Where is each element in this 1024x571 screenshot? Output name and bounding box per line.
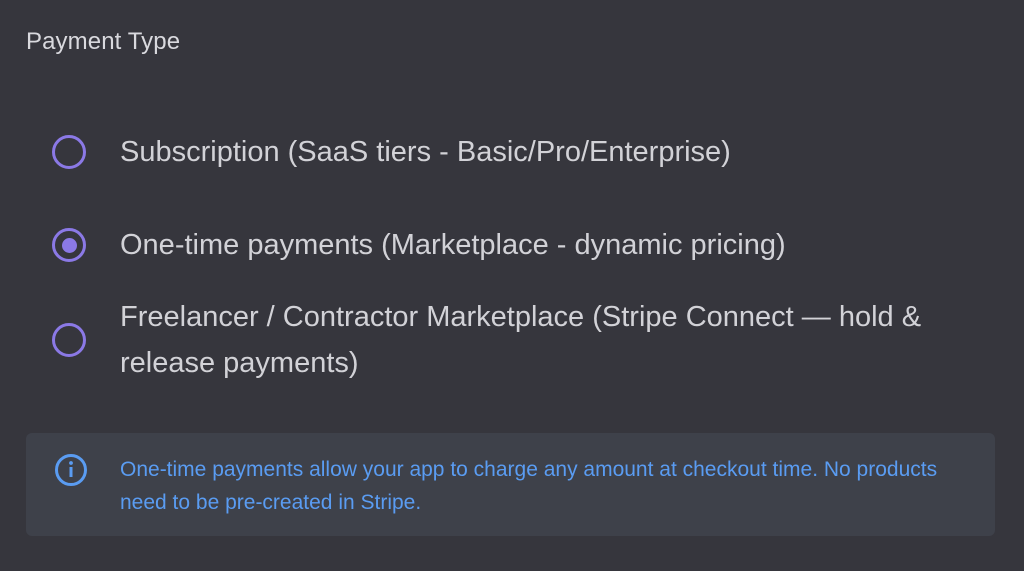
radio-selected-dot xyxy=(61,237,77,253)
info-callout: One-time payments allow your app to char… xyxy=(26,433,995,536)
info-icon xyxy=(54,453,88,487)
radio-label: Freelancer / Contractor Marketplace (Str… xyxy=(120,301,922,379)
radio-button-unchecked[interactable] xyxy=(52,135,86,169)
radio-label: One-time payments (Marketplace - dynamic… xyxy=(120,229,786,261)
radio-button-checked[interactable] xyxy=(52,228,86,262)
radio-option-freelancer-marketplace[interactable]: Freelancer / Contractor Marketplace (Str… xyxy=(52,294,1002,386)
radio-option-subscription[interactable]: Subscription (SaaS tiers - Basic/Pro/Ent… xyxy=(52,129,1002,175)
info-message: One-time payments allow your app to char… xyxy=(120,458,938,514)
radio-label: Subscription (SaaS tiers - Basic/Pro/Ent… xyxy=(120,136,731,168)
section-title: Payment Type xyxy=(26,28,181,55)
radio-button-unchecked[interactable] xyxy=(52,323,86,357)
radio-option-one-time-payments[interactable]: One-time payments (Marketplace - dynamic… xyxy=(52,222,1002,268)
